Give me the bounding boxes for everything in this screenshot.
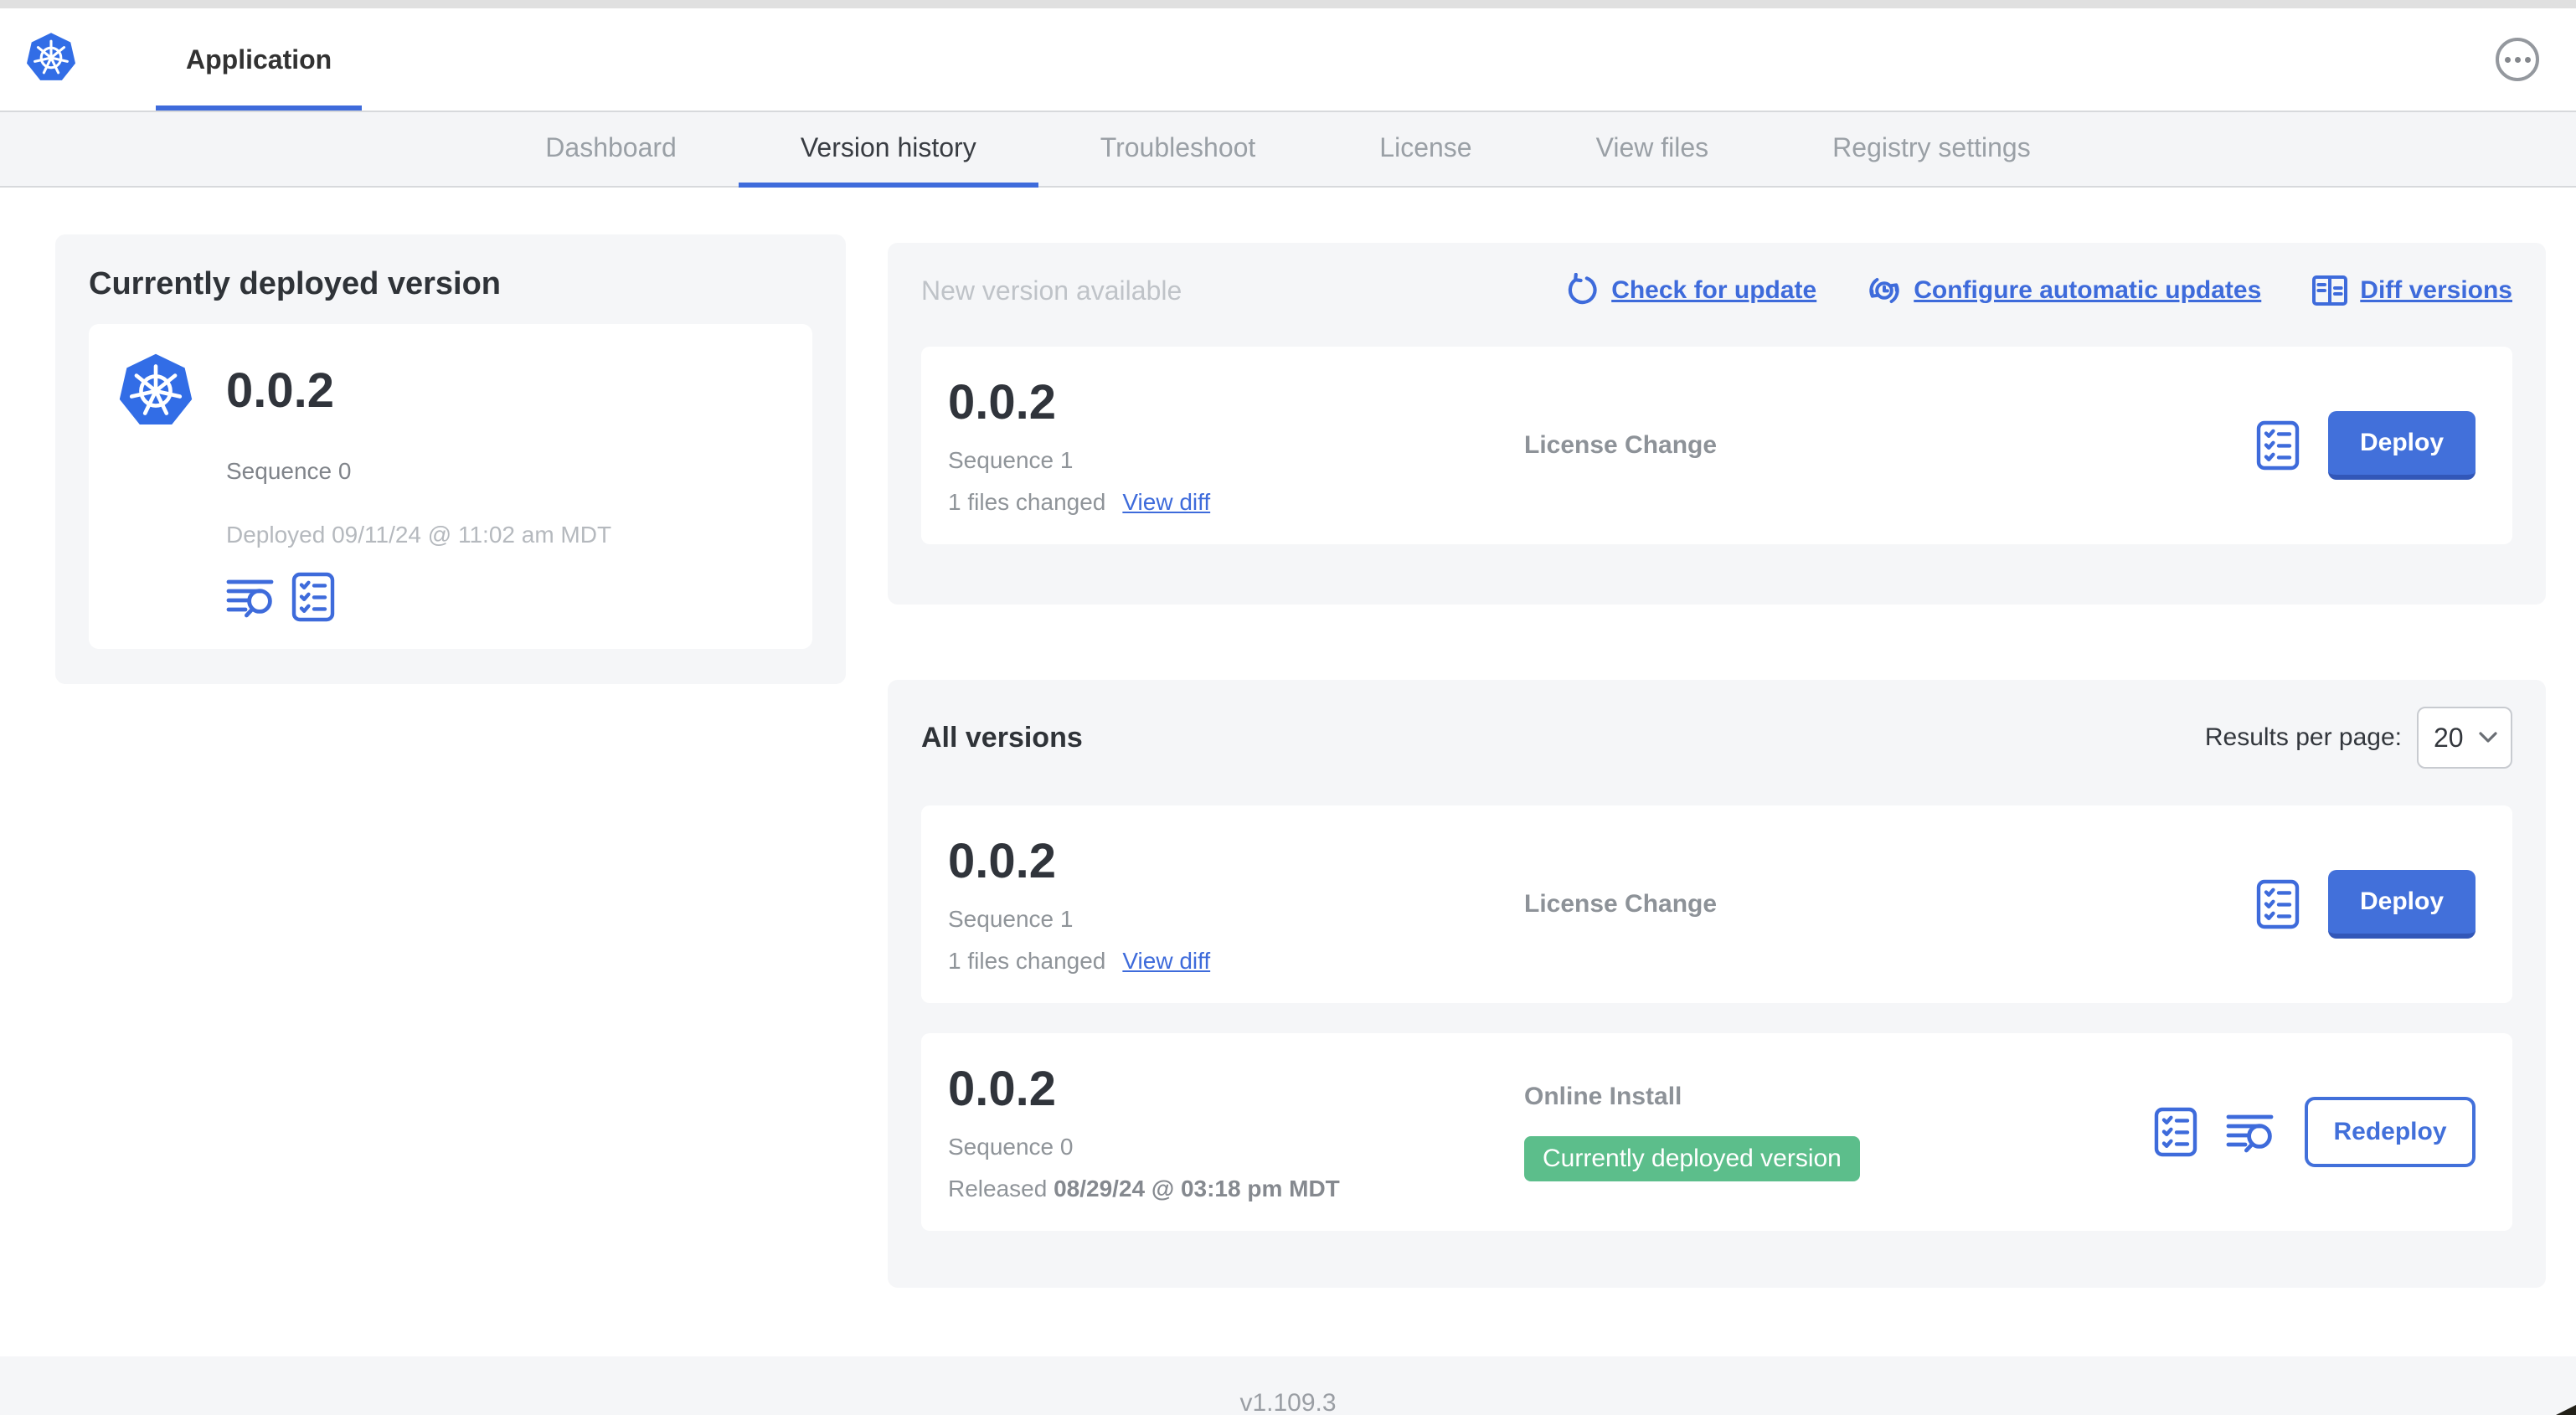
sequence-label: Sequence 0 [948, 1134, 1074, 1160]
files-changed-label: 1 files changed [948, 948, 1106, 975]
deploy-button[interactable]: Deploy [2328, 411, 2476, 480]
deployed-sequence: Sequence 0 [226, 458, 352, 484]
tab-dashboard[interactable]: Dashboard [483, 112, 739, 188]
diff-versions-link[interactable]: Diff versions [2311, 274, 2512, 307]
deployed-version-card: 0.0.2 Sequence 0 Deployed 09/11/24 @ 11:… [89, 324, 812, 649]
console-version-label: v1.109.3 [1239, 1389, 1337, 1415]
more-options-button[interactable] [2496, 38, 2539, 81]
preflight-checklist-icon[interactable] [2256, 420, 2300, 471]
diff-versions-label: Diff versions [2360, 276, 2512, 304]
ellipsis-icon [2524, 56, 2531, 63]
check-for-update-link[interactable]: Check for update [1564, 273, 1816, 308]
version-number: 0.0.2 [948, 374, 1056, 430]
new-version-panel: New version available Check for update C… [888, 243, 2546, 605]
tab-troubleshoot[interactable]: Troubleshoot [1038, 112, 1318, 188]
currently-deployed-panel: Currently deployed version 0.0.2 Sequenc… [55, 234, 846, 684]
version-row: 0.0.2 Sequence 0 Released 08/29/24 @ 03:… [921, 1033, 2512, 1231]
redeploy-button[interactable]: Redeploy [2305, 1097, 2476, 1167]
main-content: Currently deployed version 0.0.2 Sequenc… [0, 188, 2576, 1356]
released-timestamp: Released 08/29/24 @ 03:18 pm MDT [948, 1176, 1340, 1202]
preflight-checklist-icon[interactable] [2256, 879, 2300, 929]
app-tab-label: Application [186, 44, 332, 75]
kubernetes-logo-icon [116, 351, 196, 431]
version-number: 0.0.2 [948, 833, 1056, 888]
sequence-label: Sequence 1 [948, 906, 1074, 933]
ellipsis-icon [2504, 56, 2511, 63]
results-per-page-label: Results per page: [2204, 723, 2402, 751]
new-version-card: 0.0.2 Sequence 1 1 files changed View di… [921, 347, 2512, 544]
configure-automatic-updates-label: Configure automatic updates [1914, 276, 2262, 304]
deployed-timestamp: Deployed 09/11/24 @ 11:02 am MDT [226, 522, 612, 548]
sequence-label: Sequence 1 [948, 447, 1074, 474]
currently-deployed-title: Currently deployed version [89, 266, 502, 301]
tab-license[interactable]: License [1317, 112, 1533, 188]
tab-registry-settings[interactable]: Registry settings [1770, 112, 2093, 188]
check-for-update-label: Check for update [1611, 276, 1817, 304]
tab-view-files[interactable]: View files [1534, 112, 1771, 188]
release-notes-icon[interactable] [2226, 1109, 2276, 1155]
window-top-edge [0, 0, 2576, 8]
files-changed-label: 1 files changed [948, 489, 1106, 516]
version-number: 0.0.2 [948, 1061, 1056, 1116]
view-diff-link[interactable]: View diff [1122, 489, 1210, 516]
preflight-checklist-icon[interactable] [291, 572, 335, 622]
app-nav: Dashboard Version history Troubleshoot L… [0, 111, 2576, 188]
active-tab-underline [156, 105, 363, 111]
schedule-sync-icon [1867, 273, 1902, 308]
view-diff-link[interactable]: View diff [1122, 948, 1210, 975]
results-per-page-value: 20 [2434, 722, 2464, 753]
configure-automatic-updates-link[interactable]: Configure automatic updates [1867, 273, 2261, 308]
app-tab-application[interactable]: Application [156, 8, 363, 111]
release-notes-label: License Change [1524, 431, 1718, 459]
deployed-version-number: 0.0.2 [226, 363, 334, 418]
deploy-button[interactable]: Deploy [2328, 870, 2476, 939]
all-versions-panel: All versions Results per page: 20 0.0.2 … [888, 680, 2546, 1288]
refresh-ccw-icon [1564, 273, 1600, 308]
diff-icon [2311, 274, 2348, 307]
kubernetes-logo-icon [25, 33, 77, 86]
chevron-down-icon [2479, 732, 2497, 744]
release-notes-icon[interactable] [226, 574, 276, 620]
tab-version-history[interactable]: Version history [738, 112, 1038, 188]
version-row: 0.0.2 Sequence 1 1 files changed View di… [921, 805, 2512, 1003]
install-source-label: Online Install [1524, 1083, 1682, 1110]
new-version-title: New version available [921, 275, 1182, 306]
preflight-checklist-icon[interactable] [2154, 1107, 2197, 1157]
currently-deployed-badge: Currently deployed version [1524, 1136, 1860, 1181]
results-per-page-select[interactable]: 20 [2417, 707, 2512, 769]
all-versions-title: All versions [921, 721, 1083, 754]
release-notes-label: License Change [1524, 890, 1718, 918]
ellipsis-icon [2514, 56, 2521, 63]
app-footer: v1.109.3 [0, 1356, 2576, 1415]
app-header: Application [0, 8, 2576, 111]
